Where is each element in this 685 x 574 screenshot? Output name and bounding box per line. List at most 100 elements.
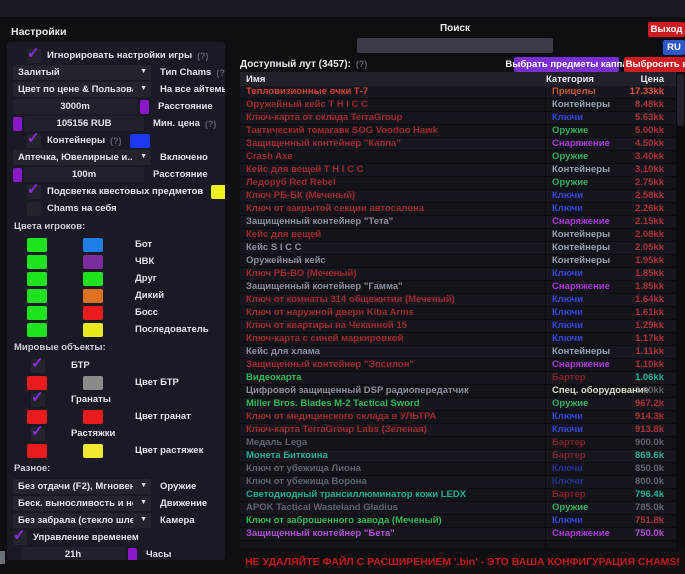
column-header-name[interactable]: Имя <box>240 74 546 85</box>
dropdown[interactable]: Без забрала (стекло шлема)▼ <box>13 513 151 528</box>
checkbox-checked[interactable] <box>31 393 45 407</box>
table-row[interactable]: Цифровой защищенный DSP радиопередатчикС… <box>240 385 676 398</box>
checkbox-checked[interactable] <box>31 359 45 373</box>
table-row[interactable]: Ключ от медицинского склада в УЛЬТРАКлюч… <box>240 411 676 424</box>
color-swatch-primary[interactable] <box>27 444 47 458</box>
available-loot-label: Доступный лут (3457):(?) <box>240 59 367 70</box>
table-row[interactable]: Ключ-карта с синей маркировкойКлючи1.17k… <box>240 333 676 346</box>
color-swatch-secondary[interactable] <box>83 272 103 286</box>
color-swatch-secondary[interactable] <box>83 376 103 390</box>
checkbox-checked[interactable] <box>31 427 45 441</box>
table-row[interactable]: Оружейный кейсКонтейнеры1.95kk <box>240 255 676 268</box>
select-kappa-items-button[interactable]: Выбрать предметы каппа <box>514 57 619 72</box>
dropdown[interactable]: Беск. выносливость и нет уста▼ <box>13 496 151 511</box>
table-row[interactable]: Ключ-карта от склада TerraGroupКлючи5.63… <box>240 112 676 125</box>
item-name: Защищенный контейнер "Тета" <box>240 216 546 229</box>
color-swatch[interactable] <box>211 185 225 199</box>
color-swatch-secondary[interactable] <box>83 323 103 337</box>
dropdown[interactable]: Без отдачи (F2), Мгновенное п▼ <box>13 479 151 494</box>
table-row[interactable]: Тактический томагавк SOG Voodoo HawkОруж… <box>240 125 676 138</box>
dropdown-label: Включено <box>160 152 208 163</box>
table-row[interactable]: Ключ от убежища ВоронаКлючи800.0k <box>240 476 676 489</box>
dropdown-value: Без забрала (стекло шлема) <box>13 515 133 526</box>
item-price: 2.75kk <box>620 177 676 190</box>
value-input[interactable]: 3000m <box>13 99 137 114</box>
table-row[interactable]: Защищенный контейнер "Эпсилон"Снаряжение… <box>240 359 676 372</box>
color-swatch-primary[interactable] <box>27 289 47 303</box>
checkbox-checked[interactable] <box>27 185 41 199</box>
search-input[interactable] <box>357 38 553 53</box>
color-swatch-primary[interactable] <box>27 255 47 269</box>
color-swatch-secondary[interactable] <box>83 444 103 458</box>
item-category: Контейнеры <box>546 242 620 255</box>
table-row[interactable]: Кейс S I C CКонтейнеры2.05kk <box>240 242 676 255</box>
table-row[interactable]: Кейс для вещейКонтейнеры2.08kk <box>240 229 676 242</box>
input-label: Мин. цена <box>153 118 200 129</box>
checkbox[interactable] <box>27 202 41 216</box>
table-row[interactable]: Светодиодный трансиллюминатор кожи LEDXБ… <box>240 489 676 502</box>
color-swatch[interactable] <box>140 100 149 114</box>
scrollbar-thumb[interactable] <box>677 74 684 126</box>
sidebar-row-input-7: 100mРасстояние <box>11 167 221 182</box>
checkbox-checked[interactable] <box>27 134 41 148</box>
column-header-price[interactable]: Цена <box>618 74 676 85</box>
color-swatch-primary[interactable] <box>27 306 47 320</box>
table-scrollbar[interactable] <box>676 72 685 548</box>
table-row[interactable]: Кейс для вещей T H I C CКонтейнеры3.10kk <box>240 164 676 177</box>
checkbox-checked[interactable] <box>13 531 27 545</box>
checkbox-checked[interactable] <box>27 49 41 63</box>
table-row[interactable]: Тепловизионные очки Т-7Прицелы17.33kk <box>240 86 676 99</box>
input-value: 21h <box>65 549 81 560</box>
drop-all-button[interactable]: Выбросить все <box>624 57 685 72</box>
color-swatch[interactable] <box>13 117 22 131</box>
table-row[interactable]: Ключ от закрытой секции автосалонаКлючи2… <box>240 203 676 216</box>
table-row[interactable] <box>240 541 676 548</box>
table-row[interactable]: Ключ от комнаты 314 общежития (Меченый)К… <box>240 294 676 307</box>
table-row[interactable]: Защищенный контейнер "Каппа"Снаряжение4.… <box>240 138 676 151</box>
column-header-category[interactable]: Категория <box>546 74 618 85</box>
color-swatch[interactable] <box>13 168 22 182</box>
color-swatch-primary[interactable] <box>27 323 47 337</box>
color-swatch-secondary[interactable] <box>83 289 103 303</box>
table-row[interactable]: APOK Tactical Wasteland GladiusОружие785… <box>240 502 676 515</box>
value-input[interactable]: 100m <box>24 167 144 182</box>
item-name: Miller Bros. Blades M-2 Tactical Sword <box>240 398 546 411</box>
table-row[interactable]: Ледоруб Red RebelОружие2.75kk <box>240 177 676 190</box>
table-row[interactable]: Оружейный кейс T H I C CКонтейнеры8.48kk <box>240 99 676 112</box>
dropdown[interactable]: Залитый▼ <box>13 65 151 80</box>
dropdown[interactable]: Цвет по цене & Пользователь▼ <box>13 82 151 97</box>
window-edge-handle[interactable] <box>0 551 5 564</box>
color-swatch-primary[interactable] <box>27 238 47 252</box>
color-swatch-secondary[interactable] <box>83 306 103 320</box>
dropdown[interactable]: Аптечка, Ювелирные и...▼ <box>13 150 151 165</box>
table-row[interactable]: ВидеокартаБартер1.06kk <box>240 372 676 385</box>
color-swatch-secondary[interactable] <box>83 255 103 269</box>
table-row[interactable]: Ключ от квартиры на Чеканной 15Ключи1.29… <box>240 320 676 333</box>
table-row[interactable]: Ключ от убежища ЛионаКлючи850.0k <box>240 463 676 476</box>
table-row[interactable]: Защищенный контейнер "Тета"Снаряжение2.1… <box>240 216 676 229</box>
language-button[interactable]: RU <box>663 40 685 55</box>
color-swatch-secondary[interactable] <box>83 410 103 424</box>
color-swatch[interactable] <box>130 134 150 148</box>
table-row[interactable]: Ключ РБ-БК (Меченый)Ключи2.58kk <box>240 190 676 203</box>
table-row[interactable]: Защищенный контейнер "Бета"Снаряжение750… <box>240 528 676 541</box>
table-row[interactable]: Медаль LegaБартер900.0k <box>240 437 676 450</box>
table-row[interactable]: Защищенный контейнер "Гамма"Снаряжение1.… <box>240 281 676 294</box>
table-row[interactable]: Ключ от заброшенного завода (Меченый)Клю… <box>240 515 676 528</box>
table-row[interactable]: Монета БиткоинаБартер869.6k <box>240 450 676 463</box>
input-value: 3000m <box>60 101 90 112</box>
table-row[interactable]: Miller Bros. Blades M-2 Tactical SwordОр… <box>240 398 676 411</box>
value-input[interactable]: 21h <box>21 547 125 560</box>
item-category: Ключи <box>546 320 620 333</box>
item-name <box>240 541 546 549</box>
value-input[interactable]: 105156 RUB <box>24 116 144 131</box>
color-swatch-secondary[interactable] <box>83 238 103 252</box>
color-swatch-primary[interactable] <box>27 272 47 286</box>
exit-button[interactable]: Выход <box>648 22 685 37</box>
table-row[interactable]: Ключ от наружной двери Kiba ArmsКлючи1.6… <box>240 307 676 320</box>
color-swatch[interactable] <box>128 548 137 561</box>
table-row[interactable]: Ключ РБ-ВО (Меченый)Ключи1.85kk <box>240 268 676 281</box>
table-row[interactable]: Crash AxeОружие3.40kk <box>240 151 676 164</box>
table-row[interactable]: Ключ-карта TerraGroup Labs (Зеленая)Ключ… <box>240 424 676 437</box>
table-row[interactable]: Кейс для хламаКонтейнеры1.11kk <box>240 346 676 359</box>
